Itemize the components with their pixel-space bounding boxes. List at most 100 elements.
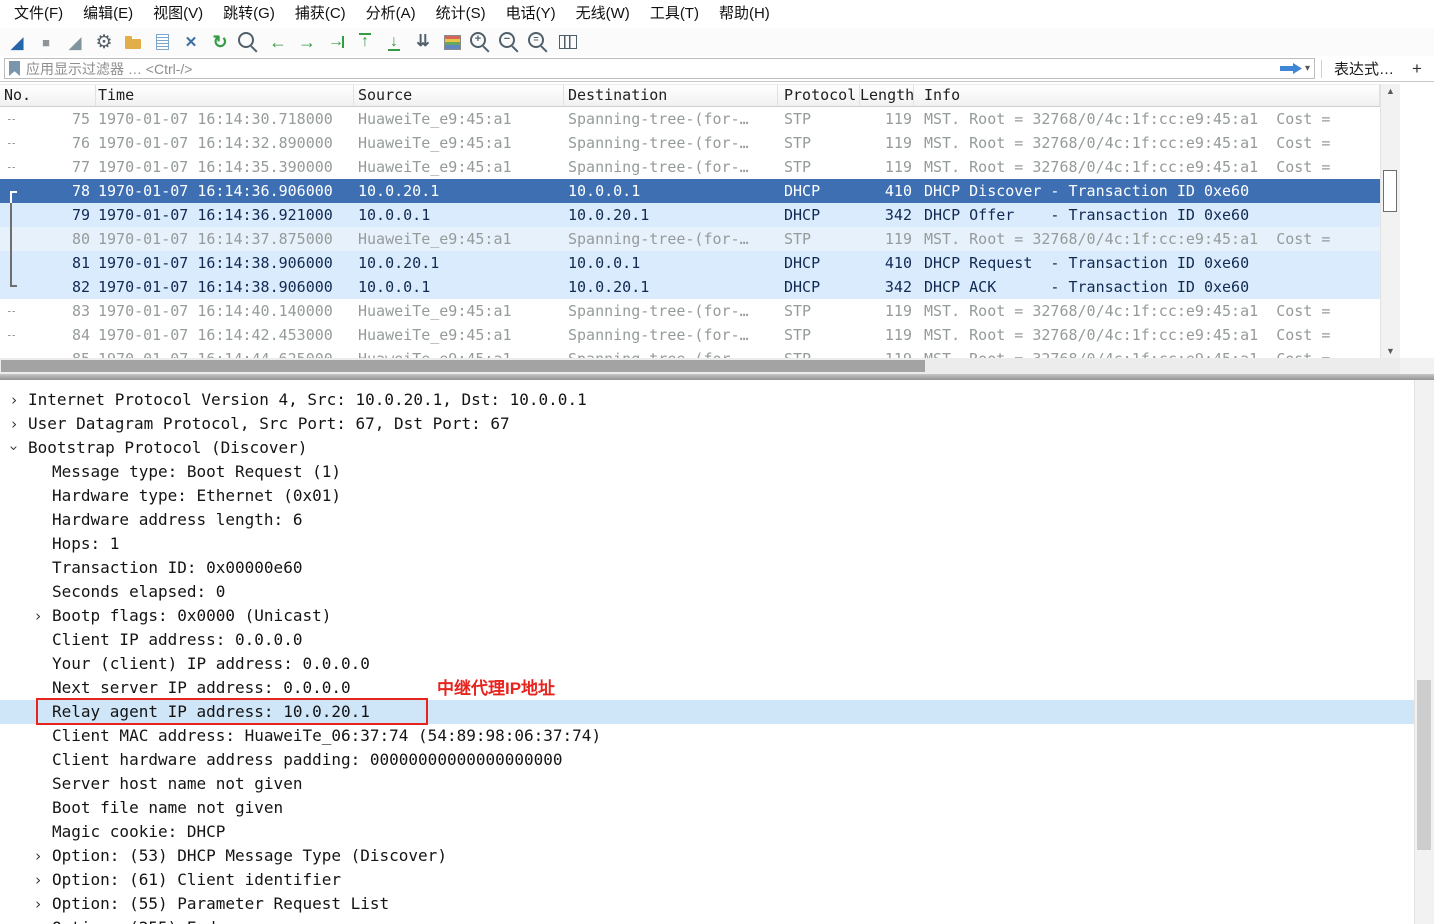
menu-item-file[interactable]: 文件(F) xyxy=(4,0,73,28)
detail-line-5[interactable]: Hardware address length: 6 xyxy=(0,508,1414,532)
menu-item-go[interactable]: 跳转(G) xyxy=(213,0,285,28)
detail-line-7[interactable]: Transaction ID: 0x00000e60 xyxy=(0,556,1414,580)
menu-item-capture[interactable]: 捕获(C) xyxy=(285,0,356,28)
close-capture-file-button[interactable] xyxy=(178,30,204,54)
cell-length: 410 xyxy=(884,254,912,272)
packet-row-75[interactable]: 75 1970-01-07 16:14:30.718000 HuaweiTe_e9:… xyxy=(0,107,1380,131)
go-forward-button[interactable] xyxy=(294,30,320,54)
zoom-out-button[interactable] xyxy=(497,30,523,54)
packet-row-78[interactable]: 78 1970-01-07 16:14:36.906000 10.0.20.1 10.… xyxy=(0,179,1380,204)
collapse-arrow-icon[interactable]: › xyxy=(2,440,26,456)
packet-row-79[interactable]: 79 1970-01-07 16:14:36.921000 10.0.0.1 10.0… xyxy=(0,203,1380,228)
find-packet-button[interactable] xyxy=(236,30,262,54)
detail-line-13[interactable]: Relay agent IP address: 10.0.20.1 xyxy=(0,700,1414,724)
expand-arrow-icon[interactable]: › xyxy=(30,892,46,916)
scroll-up-icon[interactable]: ▲ xyxy=(1381,84,1400,98)
display-filter-input[interactable]: 应用显示过滤器 … <Ctrl-/> ▾ xyxy=(4,58,1315,79)
menu-item-wireless[interactable]: 无线(W) xyxy=(566,0,640,28)
filter-bookmark-icon[interactable] xyxy=(9,61,20,76)
start-capture-button[interactable] xyxy=(4,30,30,54)
menu-item-edit[interactable]: 编辑(E) xyxy=(73,0,143,28)
open-capture-file-button[interactable] xyxy=(120,30,146,54)
detail-line-10[interactable]: Client IP address: 0.0.0.0 xyxy=(0,628,1414,652)
hscroll-thumb[interactable] xyxy=(1,360,925,372)
expand-arrow-icon[interactable]: › xyxy=(30,604,46,628)
detail-line-18[interactable]: Magic cookie: DHCP xyxy=(0,820,1414,844)
resize-columns-button[interactable] xyxy=(555,30,581,54)
apply-filter-button[interactable]: ▾ xyxy=(1279,62,1310,75)
detail-line-21[interactable]: › Option: (55) Parameter Request List xyxy=(0,892,1414,916)
column-header-info[interactable]: Info xyxy=(914,85,1380,106)
packet-row-81[interactable]: 81 1970-01-07 16:14:38.906000 10.0.20.1 10.… xyxy=(0,251,1380,276)
packet-list-hscrollbar[interactable] xyxy=(0,358,1400,374)
scroll-down-icon[interactable]: ▼ xyxy=(1381,344,1400,358)
column-header-length[interactable]: Length xyxy=(860,85,914,106)
expand-arrow-icon[interactable]: › xyxy=(6,412,22,436)
stop-capture-button[interactable] xyxy=(33,30,59,54)
packet-row-77[interactable]: 77 1970-01-07 16:14:35.390000 HuaweiTe_e9:… xyxy=(0,155,1380,179)
expand-arrow-icon[interactable]: › xyxy=(30,916,46,924)
detail-line-17[interactable]: Boot file name not given xyxy=(0,796,1414,820)
detail-line-11[interactable]: Your (client) IP address: 0.0.0.0 xyxy=(0,652,1414,676)
restart-capture-button[interactable] xyxy=(62,30,88,54)
menu-item-view[interactable]: 视图(V) xyxy=(143,0,213,28)
detail-line-1[interactable]: › User Datagram Protocol, Src Port: 67, D… xyxy=(0,412,1414,436)
packet-row-82[interactable]: 82 1970-01-07 16:14:38.906000 10.0.0.1 10.0… xyxy=(0,275,1380,299)
cell-source: 10.0.20.1 xyxy=(358,182,440,200)
detail-line-0[interactable]: › Internet Protocol Version 4, Src: 10.0.… xyxy=(0,388,1414,412)
detail-line-9[interactable]: › Bootp flags: 0x0000 (Unicast) xyxy=(0,604,1414,628)
last-packet-button[interactable] xyxy=(381,30,407,54)
detail-vscrollbar[interactable] xyxy=(1414,380,1434,924)
save-capture-file-button[interactable] xyxy=(149,30,175,54)
packet-row-85[interactable]: 851970-01-07 16:14:44.625000HuaweiTe_e9:… xyxy=(0,347,1380,358)
menu-item-analyze[interactable]: 分析(A) xyxy=(356,0,426,28)
menu-item-help[interactable]: 帮助(H) xyxy=(709,0,780,28)
packet-row-76[interactable]: 76 1970-01-07 16:14:32.890000 HuaweiTe_e9:… xyxy=(0,131,1380,155)
detail-line-2[interactable]: › Bootstrap Protocol (Discover) xyxy=(0,436,1414,460)
reload-capture-file-button[interactable] xyxy=(207,30,233,54)
detail-line-4[interactable]: Hardware type: Ethernet (0x01) xyxy=(0,484,1414,508)
packet-list-vscrollbar[interactable]: ▲ ▼ xyxy=(1380,84,1400,358)
detail-line-8[interactable]: Seconds elapsed: 0 xyxy=(0,580,1414,604)
add-filter-button[interactable]: + xyxy=(1406,59,1428,79)
column-header-no[interactable]: No. xyxy=(0,85,96,106)
detail-line-22[interactable]: › Option: (255) End xyxy=(0,916,1414,924)
column-header-time[interactable]: Time xyxy=(96,85,354,106)
detail-line-19[interactable]: › Option: (53) DHCP Message Type (Discove… xyxy=(0,844,1414,868)
detail-line-14[interactable]: Client MAC address: HuaweiTe_06:37:74 (5… xyxy=(0,724,1414,748)
detail-line-20[interactable]: › Option: (61) Client identifier xyxy=(0,868,1414,892)
detail-text: Hops: 1 xyxy=(52,534,120,553)
cell-info: MST. Root = 32768/0/4c:1f:cc:e9:45:a1 Co… xyxy=(924,110,1331,128)
column-header-source[interactable]: Source xyxy=(354,85,564,106)
zoom-reset-button[interactable] xyxy=(526,30,552,54)
packet-row-84[interactable]: 84 1970-01-07 16:14:42.453000 HuaweiTe_e9:… xyxy=(0,323,1380,347)
detail-scroll-thumb[interactable] xyxy=(1417,680,1431,850)
menu-item-statistics[interactable]: 统计(S) xyxy=(426,0,496,28)
detail-line-15[interactable]: Client hardware address padding: 0000000… xyxy=(0,748,1414,772)
go-back-button[interactable] xyxy=(265,30,291,54)
packet-list-scroll-thumb[interactable] xyxy=(1383,170,1397,212)
expand-arrow-icon[interactable]: › xyxy=(30,844,46,868)
cell-length: 119 xyxy=(884,134,912,152)
zoom-in-button[interactable] xyxy=(468,30,494,54)
menu-item-telephony[interactable]: 电话(Y) xyxy=(496,0,566,28)
capture-options-button[interactable] xyxy=(91,30,117,54)
detail-line-6[interactable]: Hops: 1 xyxy=(0,532,1414,556)
colorize-packets-button[interactable] xyxy=(439,30,465,54)
detail-line-3[interactable]: Message type: Boot Request (1) xyxy=(0,460,1414,484)
expand-arrow-icon[interactable]: › xyxy=(30,868,46,892)
expand-arrow-icon[interactable]: › xyxy=(6,388,22,412)
go-to-packet-button[interactable] xyxy=(323,30,349,54)
column-header-destination[interactable]: Destination xyxy=(564,85,778,106)
auto-scroll-button[interactable] xyxy=(410,30,436,54)
detail-text: Next server IP address: 0.0.0.0 xyxy=(52,678,351,697)
detail-line-12[interactable]: Next server IP address: 0.0.0.0 xyxy=(0,676,1414,700)
first-packet-button[interactable] xyxy=(352,30,378,54)
detail-line-16[interactable]: Server host name not given xyxy=(0,772,1414,796)
column-header-protocol[interactable]: Protocol xyxy=(778,85,860,106)
save-capture-file-icon xyxy=(151,31,173,53)
packet-row-83[interactable]: 83 1970-01-07 16:14:40.140000 HuaweiTe_e9:… xyxy=(0,299,1380,323)
packet-row-80[interactable]: 80 1970-01-07 16:14:37.875000 HuaweiTe_e9:… xyxy=(0,227,1380,252)
expression-button[interactable]: 表达式… xyxy=(1328,58,1400,79)
menu-item-tools[interactable]: 工具(T) xyxy=(640,0,709,28)
